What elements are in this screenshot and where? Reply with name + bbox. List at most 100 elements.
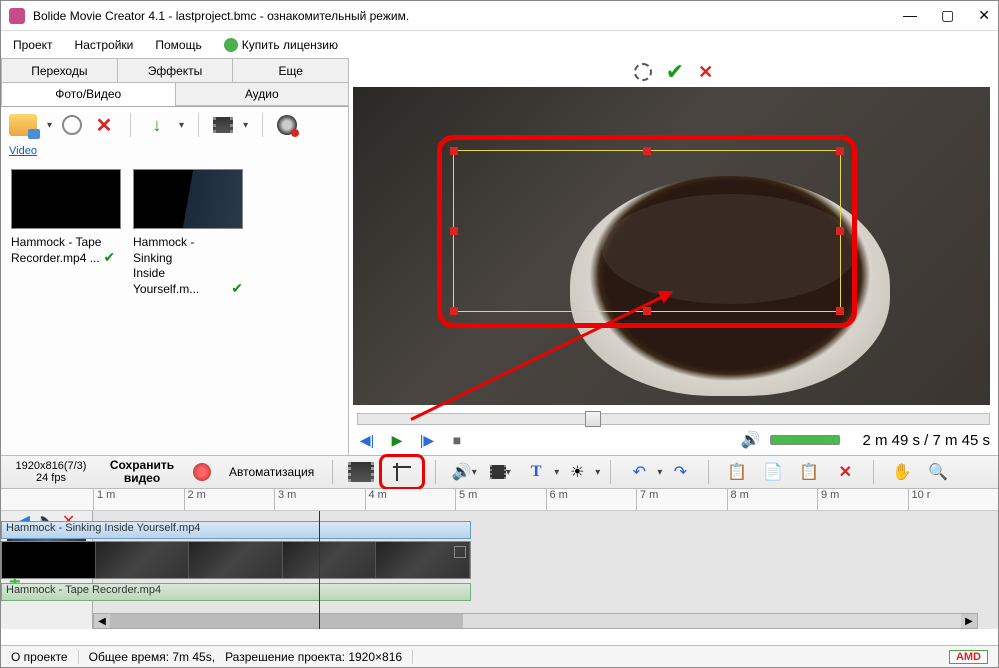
- confirm-crop-button[interactable]: ✔: [666, 59, 684, 85]
- preview-area: ✔ ✕ ◀| ▶ |▶ ■ 🔊: [349, 59, 998, 455]
- paste-button[interactable]: 📋: [796, 459, 822, 485]
- audio-button[interactable]: 🔊▾: [451, 459, 477, 485]
- delete-button[interactable]: ✕: [832, 459, 858, 485]
- copy-button[interactable]: 📄: [760, 459, 786, 485]
- seek-handle[interactable]: [585, 411, 601, 427]
- video-effects-button[interactable]: ▾: [487, 459, 513, 485]
- save-video-button[interactable]: Сохранитьвидео: [101, 459, 183, 485]
- app-icon: [9, 8, 25, 24]
- record-icon[interactable]: [193, 463, 211, 481]
- media-toolbar: ▾ ✕ ↓ ▾ ▾: [1, 107, 348, 143]
- media-clip[interactable]: Hammock - TapeRecorder.mp4 ...✔: [11, 169, 121, 297]
- recent-icon[interactable]: [62, 115, 82, 135]
- timeline-toolbar: 1920x816(7/3)24 fps Сохранитьвидео Автом…: [1, 455, 998, 489]
- media-panel: Переходы Эффекты Еще Фото/Видео Аудио ▾ …: [1, 59, 349, 455]
- scroll-left-button[interactable]: ◀: [94, 614, 110, 628]
- add-media-icon[interactable]: [9, 114, 37, 136]
- ruler-mark: 9 m: [817, 489, 908, 510]
- dropdown-icon[interactable]: ▾: [179, 120, 184, 131]
- clipboard-button[interactable]: 📋: [724, 459, 750, 485]
- maximize-button[interactable]: ▢: [941, 7, 954, 24]
- ruler-mark: 4 m: [365, 489, 456, 510]
- timeline-clip-video[interactable]: [1, 541, 471, 579]
- timeline[interactable]: ◀ 🔈 ✕ + Hammock - Sinking Inside Yoursel…: [1, 511, 998, 629]
- check-icon: ✔: [103, 248, 115, 266]
- amd-badge: AMD: [949, 650, 988, 664]
- resize-handle[interactable]: [836, 227, 844, 235]
- stop-button[interactable]: ■: [447, 430, 467, 450]
- buy-label: Купить лицензию: [242, 38, 338, 52]
- ruler-mark: 10 r: [908, 489, 999, 510]
- window-title: Bolide Movie Creator 4.1 - lastproject.b…: [33, 9, 903, 23]
- webcam-icon[interactable]: [277, 115, 297, 135]
- resize-handle[interactable]: [450, 227, 458, 235]
- play-button[interactable]: ▶: [387, 430, 407, 450]
- video-group-label[interactable]: Video: [1, 143, 348, 159]
- resize-handle[interactable]: [450, 307, 458, 315]
- horizontal-scrollbar[interactable]: ◀ ▶: [93, 613, 978, 629]
- dropdown-icon[interactable]: ▾: [47, 120, 52, 131]
- hand-tool-button[interactable]: ✋: [889, 459, 915, 485]
- remove-icon[interactable]: ✕: [92, 113, 116, 137]
- statusbar: О проекте Общее время: 7m 45s, Разрешени…: [1, 645, 998, 667]
- zoom-button[interactable]: 🔍: [925, 459, 951, 485]
- menu-help[interactable]: Помощь: [149, 34, 207, 56]
- automation-button[interactable]: Автоматизация: [229, 465, 314, 479]
- dropdown-icon[interactable]: ▾: [243, 120, 248, 131]
- prev-frame-button[interactable]: ◀|: [357, 430, 377, 450]
- ruler-mark: 7 m: [636, 489, 727, 510]
- timeline-ruler[interactable]: 1 m 2 m 3 m 4 m 5 m 6 m 7 m 8 m 9 m 10 r: [1, 489, 998, 511]
- tab-more[interactable]: Еще: [232, 58, 349, 83]
- crop-indicator-icon: [454, 546, 466, 558]
- clip-thumbnail: [11, 169, 121, 229]
- scroll-right-button[interactable]: ▶: [961, 614, 977, 628]
- ruler-mark: 5 m: [455, 489, 546, 510]
- menu-project[interactable]: Проект: [7, 34, 59, 56]
- titlebar: Bolide Movie Creator 4.1 - lastproject.b…: [1, 1, 998, 31]
- tab-audio[interactable]: Аудио: [175, 82, 350, 106]
- crop-tool-button[interactable]: [389, 459, 415, 485]
- tab-photo-video[interactable]: Фото/Видео: [1, 82, 176, 106]
- selection-shape-icon[interactable]: [634, 63, 652, 81]
- volume-slider[interactable]: [770, 435, 840, 445]
- brightness-button[interactable]: ☀: [564, 459, 590, 485]
- resize-handle[interactable]: [836, 147, 844, 155]
- minimize-button[interactable]: —: [903, 7, 917, 24]
- media-clip[interactable]: Hammock - SinkingInside Yourself.m...✔: [133, 169, 243, 297]
- undo-button[interactable]: ↶: [626, 459, 652, 485]
- scrollbar-thumb[interactable]: [110, 614, 463, 628]
- playhead[interactable]: [319, 511, 320, 629]
- redo-button[interactable]: ↷: [667, 459, 693, 485]
- crop-selection[interactable]: [453, 150, 841, 312]
- film-icon[interactable]: [213, 117, 233, 133]
- tab-transitions[interactable]: Переходы: [1, 58, 118, 83]
- resize-handle[interactable]: [643, 307, 651, 315]
- ruler-mark: 8 m: [727, 489, 818, 510]
- ruler-mark: 6 m: [546, 489, 637, 510]
- resize-handle[interactable]: [643, 147, 651, 155]
- download-icon[interactable]: ↓: [145, 113, 169, 137]
- next-frame-button[interactable]: |▶: [417, 430, 437, 450]
- time-display: 2 m 49 s / 7 m 45 s: [862, 432, 990, 449]
- video-preview[interactable]: [353, 87, 990, 405]
- status-total-time: Общее время: 7m 45s, Разрешение проекта:…: [79, 650, 413, 664]
- close-button[interactable]: ✕: [978, 7, 990, 24]
- tab-effects[interactable]: Эффекты: [117, 58, 234, 83]
- seek-bar[interactable]: [357, 413, 990, 425]
- highlight-annotation: [379, 454, 425, 490]
- timeline-clip-label[interactable]: Hammock - Sinking Inside Yourself.mp4: [1, 521, 471, 539]
- filmstrip-button[interactable]: [348, 459, 374, 485]
- money-icon: [224, 38, 238, 52]
- status-about[interactable]: О проекте: [1, 650, 79, 664]
- cancel-crop-button[interactable]: ✕: [698, 62, 713, 83]
- resize-handle[interactable]: [836, 307, 844, 315]
- timeline-clip-audio[interactable]: Hammock - Tape Recorder.mp4: [1, 583, 471, 601]
- ruler-mark: 1 m: [93, 489, 184, 510]
- resize-handle[interactable]: [450, 147, 458, 155]
- menu-settings[interactable]: Настройки: [69, 34, 140, 56]
- text-tool-button[interactable]: T: [523, 459, 549, 485]
- ruler-mark: 2 m: [184, 489, 275, 510]
- menu-buy-license[interactable]: Купить лицензию: [218, 34, 344, 56]
- volume-icon[interactable]: 🔊: [741, 430, 761, 450]
- menubar: Проект Настройки Помощь Купить лицензию: [1, 31, 998, 59]
